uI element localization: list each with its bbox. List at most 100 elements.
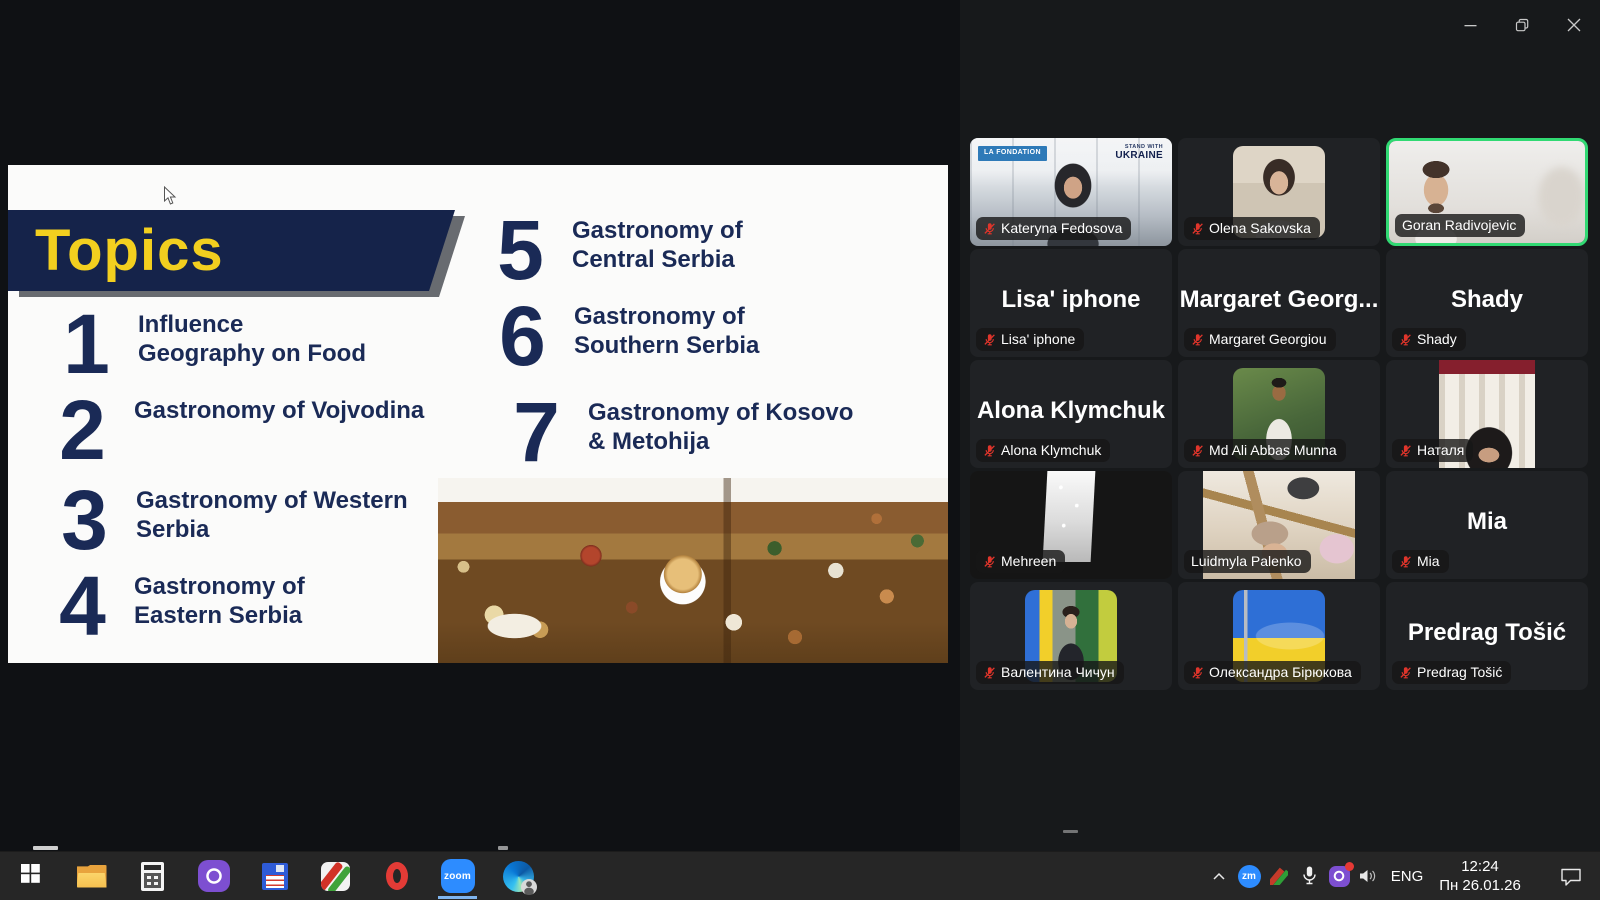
participant-name-badge: Наталя — [1392, 439, 1473, 462]
muted-mic-icon — [1399, 666, 1412, 679]
topic-number: 3 — [42, 483, 124, 557]
topic-label: Gastronomy of Central Serbia — [572, 213, 743, 287]
topic-number: 5 — [478, 213, 560, 287]
muted-mic-icon — [983, 444, 996, 457]
topic-label: Gastronomy of Western Serbia — [136, 483, 408, 557]
close-button[interactable] — [1548, 0, 1600, 50]
tray-expand-button[interactable] — [1204, 852, 1234, 900]
participant-tile[interactable]: Predrag TošićPredrag Tošić — [1386, 582, 1588, 690]
graphics-utility-icon — [1270, 867, 1288, 885]
notification-dot — [1345, 862, 1354, 871]
participant-tile[interactable]: Alona KlymchukAlona Klymchuk — [970, 360, 1172, 468]
participant-name-badge: Md Ali Abbas Munna — [1184, 439, 1346, 462]
start-button[interactable] — [0, 852, 61, 900]
participant-name-badge: Luidmyla Palenko — [1184, 550, 1311, 573]
participant-name-badge: Mia — [1392, 550, 1449, 573]
muted-mic-icon — [1191, 222, 1204, 235]
participant-name-badge: Shady — [1392, 328, 1466, 351]
tray-graphics-button[interactable] — [1264, 852, 1294, 900]
topic-number: 7 — [494, 395, 576, 469]
participant-name: Margaret Georgiou — [1209, 331, 1327, 347]
tray-date: Пн 26.01.26 — [1430, 876, 1530, 896]
topic-item-2: 2 Gastronomy of Vojvodina — [40, 393, 424, 467]
edge-button[interactable] — [488, 852, 549, 900]
topic-label: Gastronomy of Vojvodina — [134, 393, 424, 467]
window-controls — [1444, 0, 1600, 50]
tray-volume-button[interactable] — [1354, 852, 1384, 900]
edge-icon — [503, 861, 534, 892]
title-banner: Topics — [8, 210, 455, 291]
save-app-button[interactable] — [244, 852, 305, 900]
calculator-icon — [141, 862, 164, 891]
topic-number: 4 — [40, 569, 122, 643]
floppy-disk-icon — [262, 863, 288, 890]
muted-mic-icon — [983, 666, 996, 679]
participant-grid: LA FONDATION STAND WITHUKRAINE Kateryna Fe… — [970, 138, 1588, 690]
participant-display-name: Mia — [1386, 508, 1588, 536]
participant-tile[interactable]: Mehreen — [970, 471, 1172, 579]
muted-mic-icon — [983, 222, 996, 235]
paint-strokes-icon — [321, 862, 350, 891]
participant-tile[interactable]: Luidmyla Palenko — [1178, 471, 1380, 579]
shared-screen-area: Topics 1 Influence Geography on Food 2 G… — [0, 0, 960, 851]
opera-button[interactable] — [366, 852, 427, 900]
calculator-button[interactable] — [122, 852, 183, 900]
participant-name: Shady — [1417, 331, 1457, 347]
muted-mic-icon — [1191, 333, 1204, 346]
tray-microphone-button[interactable] — [1294, 852, 1324, 900]
participant-display-name: Lisa' iphone — [970, 286, 1172, 314]
topic-item-3: 3 Gastronomy of Western Serbia — [42, 483, 408, 557]
chevron-up-icon — [1212, 871, 1226, 881]
participant-tile[interactable]: Goran Radivojevic — [1386, 138, 1588, 246]
participant-name: Kateryna Fedosova — [1001, 220, 1122, 236]
participant-tile[interactable]: Margaret Georg...Margaret Georgiou — [1178, 249, 1380, 357]
participant-tile[interactable]: LA FONDATION STAND WITHUKRAINE Kateryna Fe… — [970, 138, 1172, 246]
topic-item-4: 4 Gastronomy of Eastern Serbia — [40, 569, 305, 643]
speaker-icon — [1359, 868, 1379, 884]
participant-tile[interactable]: Md Ali Abbas Munna — [1178, 360, 1380, 468]
topic-item-6: 6 Gastronomy of Southern Serbia — [480, 299, 759, 373]
system-tray: zm ENG 12:24 — [1204, 852, 1600, 900]
participant-tile[interactable]: Olena Sakovska — [1178, 138, 1380, 246]
participant-tile[interactable]: Shady Shady — [1386, 249, 1588, 357]
viber-button[interactable] — [183, 852, 244, 900]
minimize-button[interactable] — [1444, 0, 1496, 50]
restore-icon — [1515, 18, 1530, 33]
participant-name: Luidmyla Palenko — [1191, 553, 1302, 569]
topic-number: 2 — [40, 393, 122, 467]
stand-with-ukraine-banner: STAND WITHUKRAINE — [1115, 145, 1163, 161]
viber-icon — [198, 860, 230, 892]
participant-name: Валентина Чичун — [1001, 664, 1115, 680]
language-indicator[interactable]: ENG — [1384, 868, 1430, 885]
participant-tile[interactable]: Lisa' iphoneLisa' iphone — [970, 249, 1172, 357]
participant-name: Md Ali Abbas Munna — [1209, 442, 1337, 458]
participant-name-badge: Mehreen — [976, 550, 1065, 573]
notification-center-button[interactable] — [1542, 852, 1600, 900]
participant-tile[interactable]: Наталя — [1386, 360, 1588, 468]
clock[interactable]: 12:24 Пн 26.01.26 — [1430, 857, 1530, 896]
muted-mic-icon — [1191, 666, 1204, 679]
participant-name: Mia — [1417, 553, 1440, 569]
participant-name: Predrag Tošić — [1417, 664, 1502, 680]
participant-name: Olena Sakovska — [1209, 220, 1311, 236]
participant-tile[interactable]: Mia Mia — [1386, 471, 1588, 579]
close-icon — [1567, 18, 1581, 32]
participant-tile[interactable]: Валентина Чичун — [970, 582, 1172, 690]
zoom-app-button[interactable]: zoom — [427, 852, 488, 900]
participant-name: Alona Klymchuk — [1001, 442, 1101, 458]
tray-zoom-button[interactable]: zm — [1234, 852, 1264, 900]
tray-time: 12:24 — [1430, 857, 1530, 877]
topic-number: 1 — [44, 307, 126, 381]
fondation-banner: LA FONDATION — [978, 146, 1047, 161]
taskbar: zoom zm — [0, 851, 1600, 900]
file-explorer-button[interactable] — [61, 852, 122, 900]
tray-viber-button[interactable] — [1324, 852, 1354, 900]
restore-button[interactable] — [1496, 0, 1548, 50]
participant-tile[interactable]: Олександра Бірюкова — [1178, 582, 1380, 690]
muted-mic-icon — [1191, 444, 1204, 457]
window-edge-artifact — [1063, 830, 1078, 833]
topic-number: 6 — [480, 299, 562, 373]
participant-display-name: Shady — [1386, 286, 1588, 314]
participant-name-badge: Goran Radivojevic — [1395, 214, 1525, 237]
image-viewer-button[interactable] — [305, 852, 366, 900]
